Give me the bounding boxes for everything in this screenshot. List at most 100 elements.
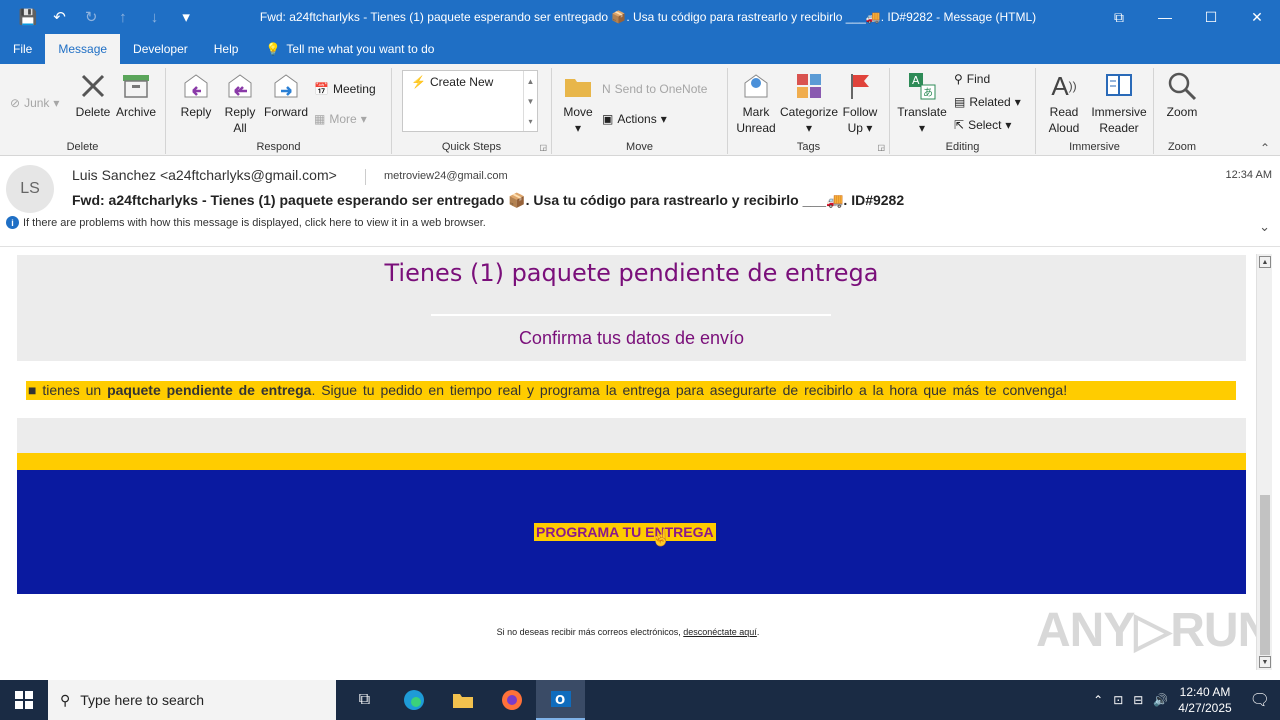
actions-icon: ▣ xyxy=(602,112,614,126)
magnifier-icon xyxy=(1166,70,1198,102)
taskbar-clock[interactable]: 12:40 AM 4/27/2025 xyxy=(1178,684,1231,716)
mark-unread-button[interactable]: Mark Unread xyxy=(734,70,778,136)
related-button[interactable]: ▤ Related ▾ xyxy=(954,95,1021,109)
onenote-icon: N xyxy=(602,82,611,96)
email-heading: Tienes (1) paquete pendiente de entrega xyxy=(384,259,879,287)
title-bar: 💾 ↶ ↻ ↑ ↓ ▾ Fwd: a24ftcharlyks - Tienes … xyxy=(0,0,1280,34)
email-subheading: Confirma tus datos de envío xyxy=(518,328,745,348)
quick-steps-gallery: ⚡ Create New ▲ ▼ ▾ xyxy=(402,70,538,132)
meeting-calendar-icon: 📅 xyxy=(314,82,329,96)
maximize-button[interactable]: ☐ xyxy=(1188,0,1234,34)
forward-icon xyxy=(270,70,302,102)
move-button[interactable]: Move ▾ xyxy=(558,70,598,136)
dialog-launcher-icon[interactable]: ◲ xyxy=(539,143,547,152)
gallery-scroll[interactable]: ▲ ▼ ▾ xyxy=(523,71,537,131)
tab-developer[interactable]: Developer xyxy=(120,34,201,64)
read-aloud-button[interactable]: A)) Read Aloud xyxy=(1042,70,1086,136)
vertical-scrollbar[interactable]: ▲ ▼ xyxy=(1256,254,1272,670)
show-hidden-icons-icon[interactable]: ⌃ xyxy=(1093,693,1103,707)
network-icon[interactable]: ⊟ xyxy=(1133,693,1143,707)
categorize-button[interactable]: Categorize ▾ xyxy=(780,70,838,136)
tab-file[interactable]: File xyxy=(0,34,45,64)
recipient[interactable]: metroview24@gmail.com xyxy=(365,169,508,185)
file-explorer-icon[interactable] xyxy=(438,680,487,720)
immersive-reader-icon xyxy=(1103,70,1135,102)
firefox-icon[interactable] xyxy=(487,680,536,720)
quick-steps-group-label: Quick Steps xyxy=(441,141,502,153)
tab-help[interactable]: Help xyxy=(201,34,252,64)
ribbon-display-options-button[interactable]: ⧉ xyxy=(1096,0,1142,34)
divider xyxy=(431,314,831,316)
more-respond-button[interactable]: ▦ More ▾ xyxy=(314,112,367,126)
junk-button[interactable]: ⊘ Junk ▾ xyxy=(10,96,59,110)
translate-icon: Aあ xyxy=(906,70,938,102)
yellow-strip xyxy=(17,453,1246,470)
volume-icon[interactable]: 🔊 xyxy=(1153,693,1168,707)
tab-message[interactable]: Message xyxy=(45,34,121,64)
editing-group-label: Editing xyxy=(945,141,980,153)
info-bar[interactable]: i If there are problems with how this me… xyxy=(6,216,486,229)
send-to-onenote-button[interactable]: N Send to OneNote xyxy=(602,82,707,96)
tell-me-label: Tell me what you want to do xyxy=(286,42,435,56)
archive-button[interactable]: Archive xyxy=(114,70,158,120)
schedule-delivery-link[interactable]: PROGRAMA TU ENTREGA xyxy=(534,523,716,541)
message-header: LS Luis Sanchez <a24ftcharlyks@gmail.com… xyxy=(0,157,1280,247)
read-aloud-icon: A)) xyxy=(1051,71,1077,101)
gray-band xyxy=(17,418,1246,453)
edge-icon[interactable] xyxy=(389,680,438,720)
zoom-group: Zoom Zoom xyxy=(1154,68,1210,154)
reply-button[interactable]: Reply xyxy=(176,70,216,120)
close-button[interactable]: ✕ xyxy=(1234,0,1280,34)
chevron-down-icon: ▾ xyxy=(660,112,667,126)
quick-step-create-new[interactable]: ⚡ Create New xyxy=(411,75,493,89)
taskbar-search[interactable]: ⚲ Type here to search xyxy=(48,680,336,720)
ribbon-tabs: File Message Developer Help 💡 Tell me wh… xyxy=(0,34,1280,64)
previous-item-icon[interactable]: ↑ xyxy=(109,3,137,31)
unsubscribe-link[interactable]: desconéctate aquí xyxy=(683,627,757,637)
start-button[interactable] xyxy=(0,680,48,720)
task-view-icon[interactable]: ⧉ xyxy=(340,680,389,720)
minimize-button[interactable]: — xyxy=(1142,0,1188,34)
taskbar-apps: ⧉ O xyxy=(340,680,585,720)
move-group: Move ▾ N Send to OneNote ▣ Actions ▾ Move xyxy=(552,68,728,154)
undo-icon[interactable]: ↶ xyxy=(46,3,74,31)
sender[interactable]: Luis Sanchez <a24ftcharlyks@gmail.com> xyxy=(72,167,337,183)
follow-up-button[interactable]: Follow Up ▾ xyxy=(840,70,880,136)
delete-button[interactable]: Delete xyxy=(72,70,114,120)
delete-group-label: Delete xyxy=(66,141,99,153)
chevron-down-icon: ▾ xyxy=(53,96,60,110)
scroll-up-icon[interactable]: ▲ xyxy=(1259,256,1271,268)
notifications-icon[interactable]: 🗨 xyxy=(1250,690,1270,710)
chevron-down-icon: ▾ xyxy=(1014,95,1021,109)
reply-icon xyxy=(180,70,212,102)
chevron-down-icon: ▾ xyxy=(360,112,367,126)
find-button[interactable]: ⚲ Find xyxy=(954,72,990,86)
translate-button[interactable]: Aあ Translate ▾ xyxy=(896,70,948,136)
select-button[interactable]: ⇱ Select ▾ xyxy=(954,118,1011,132)
expand-header-chevron-icon[interactable]: ⌄ xyxy=(1259,219,1270,235)
device-icon[interactable]: ⊡ xyxy=(1113,693,1123,707)
actions-button[interactable]: ▣ Actions ▾ xyxy=(602,112,667,126)
save-icon[interactable]: 💾 xyxy=(14,3,42,31)
chevron-down-icon: ▾ xyxy=(805,121,813,135)
tell-me-search[interactable]: 💡 Tell me what you want to do xyxy=(251,34,434,64)
info-bar-text: If there are problems with how this mess… xyxy=(23,216,486,229)
received-time: 12:34 AM xyxy=(1225,169,1272,181)
outlook-icon[interactable]: O xyxy=(536,680,585,720)
scroll-down-icon[interactable]: ▼ xyxy=(1259,656,1271,668)
scroll-thumb[interactable] xyxy=(1260,495,1270,655)
collapse-ribbon-icon[interactable]: ⌃ xyxy=(1260,141,1270,155)
lightbulb-icon: 💡 xyxy=(265,42,281,56)
reply-all-button[interactable]: Reply All xyxy=(220,70,260,136)
forward-button[interactable]: Forward xyxy=(262,70,310,120)
zoom-button[interactable]: Zoom xyxy=(1160,70,1204,120)
redo-icon[interactable]: ↻ xyxy=(77,3,105,31)
chevron-down-icon: ▾ xyxy=(574,121,582,135)
customize-toolbar-icon[interactable]: ▾ xyxy=(172,3,200,31)
next-item-icon[interactable]: ↓ xyxy=(141,3,169,31)
categorize-icon xyxy=(793,70,825,102)
immersive-reader-button[interactable]: Immersive Reader xyxy=(1088,70,1150,136)
meeting-button[interactable]: 📅 Meeting xyxy=(314,82,376,96)
search-icon: ⚲ xyxy=(60,691,71,708)
dialog-launcher-icon[interactable]: ◲ xyxy=(877,143,885,152)
